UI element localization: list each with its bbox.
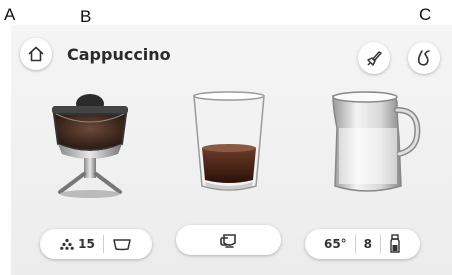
annotation-b: B xyxy=(80,7,92,26)
milk-value: 8 xyxy=(363,237,373,251)
clean-button[interactable] xyxy=(358,42,390,74)
temperature-milk-pill[interactable]: 65° 8 xyxy=(305,229,420,259)
milk-settings-button[interactable] xyxy=(408,42,440,74)
divider xyxy=(102,235,104,253)
home-icon xyxy=(28,46,44,62)
cup-icon xyxy=(113,239,131,251)
strength-value: 15 xyxy=(78,237,95,251)
annotation-a: A xyxy=(4,5,16,24)
divider xyxy=(354,235,356,253)
milk-bottle-icon xyxy=(390,234,400,253)
annotation-c: C xyxy=(419,5,432,24)
home-button[interactable] xyxy=(20,38,52,70)
brewer-illustration[interactable] xyxy=(40,92,140,202)
coffee-cup-icon xyxy=(219,234,236,248)
strength-cup-pill[interactable]: 15 xyxy=(40,229,152,259)
clean-brush-icon xyxy=(367,51,382,66)
coffee-beans-icon xyxy=(60,238,74,250)
espresso-glass-illustration[interactable] xyxy=(190,90,268,195)
page-title: Cappuccino xyxy=(67,45,171,64)
drop-icon xyxy=(417,50,430,66)
temperature-value: 65° xyxy=(323,237,347,251)
divider xyxy=(380,235,382,253)
brew-button[interactable] xyxy=(176,225,281,255)
milk-jug-illustration[interactable] xyxy=(325,88,425,200)
